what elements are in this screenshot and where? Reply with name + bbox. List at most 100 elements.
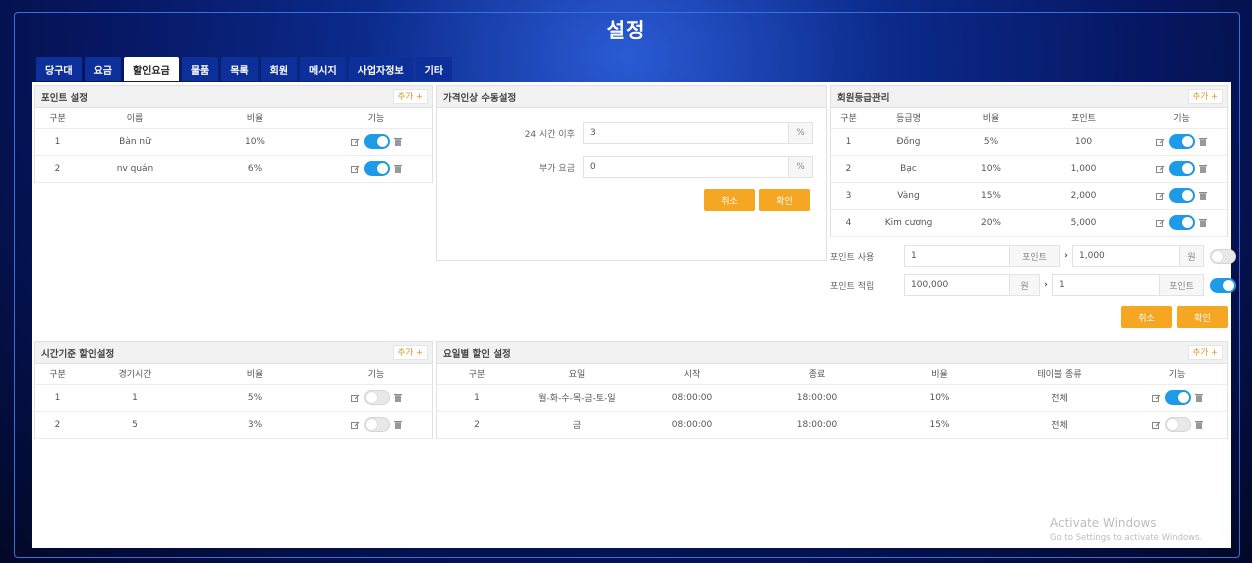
enable-toggle[interactable]	[1169, 134, 1195, 149]
arrow-right-icon: ›	[1044, 280, 1048, 290]
add-time-discount-button[interactable]: 추가 +	[392, 345, 428, 360]
table-row: 2 nv quán 6%	[35, 155, 432, 183]
row-points: 1,000	[1031, 155, 1136, 183]
edit-icon[interactable]	[1156, 219, 1165, 227]
tab-bar: 당구대 요금 할인요금 물품 목록 회원 메시지 사업자정보 기타	[36, 57, 455, 81]
point-use-label: 포인트 사용	[830, 252, 875, 263]
confirm-button[interactable]: 확인	[759, 189, 810, 211]
won-unit: 원	[1010, 274, 1040, 296]
trash-icon[interactable]	[393, 393, 402, 402]
point-earn-toggle[interactable]	[1210, 277, 1236, 293]
edit-icon[interactable]	[1151, 421, 1161, 429]
tab-member[interactable]: 회원	[260, 57, 298, 81]
point-use-value-input[interactable]: 1	[904, 245, 1010, 267]
point-earn-amount-input[interactable]: 1	[1052, 274, 1160, 296]
enable-toggle[interactable]	[363, 417, 390, 432]
table-row: 1 1 5%	[35, 384, 432, 412]
table-row: 1 월-화-수-목-금-토-일 08:00:00 18:00:00 10% 전체	[437, 384, 1227, 412]
edit-icon[interactable]	[350, 421, 360, 429]
trash-icon[interactable]	[1199, 191, 1207, 200]
enable-toggle[interactable]	[363, 161, 390, 176]
panel-title: 시간기준 할인설정	[41, 348, 115, 360]
point-earn-value-input[interactable]: 100,000	[904, 274, 1010, 296]
trash-icon[interactable]	[1199, 137, 1207, 146]
extra-fee-label: 부가 요금	[539, 163, 575, 174]
row-number: 2	[35, 411, 80, 439]
after-24h-input[interactable]: 3	[583, 122, 789, 144]
row-rate: 3%	[190, 411, 320, 439]
tab-goods[interactable]: 물품	[181, 57, 219, 81]
row-name: Kim cương	[866, 209, 951, 237]
point-use-amount-input[interactable]: 1,000	[1072, 245, 1180, 267]
trash-icon[interactable]	[393, 137, 402, 146]
row-start: 08:00:00	[637, 384, 747, 412]
add-point-button[interactable]: 추가 +	[392, 89, 428, 104]
day-discount-panel: 요일별 할인 설정 추가 + 구분 요일 시작 종료 비율 테이블 종류 기능 …	[436, 341, 1228, 439]
tab-table[interactable]: 당구대	[36, 57, 82, 81]
enable-toggle[interactable]	[1169, 161, 1195, 176]
row-days: 금	[517, 411, 637, 439]
trash-icon[interactable]	[1199, 164, 1207, 173]
edit-icon[interactable]	[350, 138, 360, 146]
watermark-subtitle: Go to Settings to activate Windows.	[1050, 533, 1203, 543]
row-rate: 5%	[190, 384, 320, 412]
enable-toggle[interactable]	[1164, 417, 1191, 432]
time-discount-panel: 시간기준 할인설정 추가 + 구분 경기시간 비율 기능 1 1 5% 2 5 …	[34, 341, 433, 439]
trash-icon[interactable]	[1194, 393, 1203, 402]
panel-title: 포인트 설정	[41, 92, 89, 104]
enable-toggle[interactable]	[363, 134, 390, 149]
won-unit: 원	[1180, 245, 1204, 267]
cancel-button[interactable]: 취소	[704, 189, 755, 211]
column-header: 경기시간	[80, 364, 190, 385]
row-number: 3	[831, 182, 866, 210]
tab-business-info[interactable]: 사업자정보	[348, 57, 413, 81]
grade-confirm-button[interactable]: 확인	[1177, 306, 1228, 328]
point-unit: 포인트	[1010, 245, 1060, 267]
trash-icon[interactable]	[393, 420, 402, 429]
manual-price-panel: 가격인상 수동설정 24 시간 이후 3 % 부가 요금 0 % 취소 확인	[436, 85, 827, 261]
time-discount-table: 구분 경기시간 비율 기능 1 1 5% 2 5 3%	[35, 364, 432, 439]
row-rate: 20%	[951, 209, 1031, 237]
tab-etc[interactable]: 기타	[415, 57, 453, 81]
enable-toggle[interactable]	[363, 390, 390, 405]
column-header: 기능	[320, 364, 432, 385]
grade-cancel-button[interactable]: 취소	[1121, 306, 1172, 328]
row-number: 1	[35, 384, 80, 412]
trash-icon[interactable]	[393, 164, 402, 173]
enable-toggle[interactable]	[1169, 188, 1195, 203]
point-use-toggle[interactable]	[1210, 248, 1236, 264]
extra-fee-input[interactable]: 0	[583, 156, 789, 178]
tab-message[interactable]: 메시지	[300, 57, 346, 81]
column-header: 이름	[80, 108, 190, 129]
tab-list[interactable]: 목록	[221, 57, 258, 81]
edit-icon[interactable]	[1156, 138, 1165, 146]
edit-icon[interactable]	[350, 394, 360, 402]
tab-fee[interactable]: 요금	[84, 57, 122, 81]
column-header: 구분	[437, 364, 517, 385]
row-time: 5	[80, 411, 190, 439]
enable-toggle[interactable]	[1164, 390, 1191, 405]
row-table-type: 전체	[992, 384, 1127, 412]
point-earn-label: 포인트 적립	[830, 281, 875, 292]
row-number: 4	[831, 209, 866, 237]
trash-icon[interactable]	[1194, 420, 1203, 429]
edit-icon[interactable]	[350, 165, 360, 173]
edit-icon[interactable]	[1156, 165, 1165, 173]
settings-content: 포인트 설정 추가 + 구분 이름 비율 기능 1 Bàn nữ 10% 2 n…	[32, 82, 1236, 548]
edit-icon[interactable]	[1151, 394, 1161, 402]
row-name: Đồng	[866, 128, 951, 156]
enable-toggle[interactable]	[1169, 215, 1195, 230]
add-day-discount-button[interactable]: 추가 +	[1187, 345, 1223, 360]
table-row: 2 5 3%	[35, 411, 432, 439]
row-rate: 10%	[190, 128, 320, 156]
edit-icon[interactable]	[1156, 192, 1165, 200]
row-rate: 6%	[190, 155, 320, 183]
column-header: 등급명	[866, 108, 951, 129]
point-earn-row: 포인트 적립 100,000 원 › 1 포인트	[830, 274, 1236, 296]
trash-icon[interactable]	[1199, 218, 1207, 227]
table-row: 1 Bàn nữ 10%	[35, 128, 432, 156]
column-header: 시작	[637, 364, 747, 385]
add-grade-button[interactable]: 추가 +	[1187, 89, 1223, 104]
tab-discount-fee[interactable]: 할인요금	[124, 57, 179, 81]
row-number: 1	[35, 128, 80, 156]
